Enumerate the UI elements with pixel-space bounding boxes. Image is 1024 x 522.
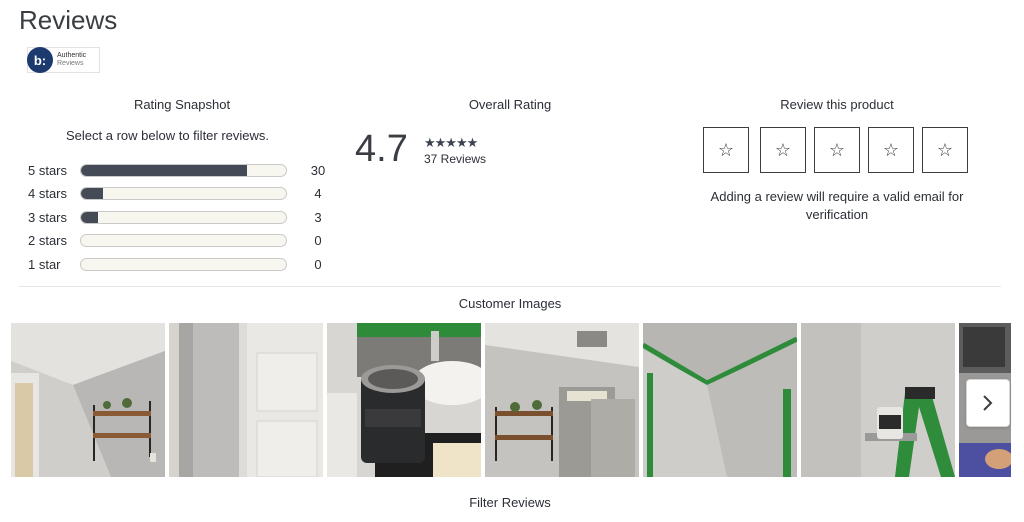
- rating-bar-fill: [81, 165, 248, 176]
- rating-bar-track: [80, 211, 287, 224]
- star-outline-icon: ☆: [882, 139, 900, 160]
- rate-4-star-button[interactable]: ☆: [868, 127, 914, 173]
- rating-row-3[interactable]: 3 stars 3: [28, 208, 328, 226]
- overall-stars-icon: ★★★★★: [424, 135, 478, 150]
- star-outline-icon: ☆: [936, 139, 954, 160]
- chevron-right-icon: [983, 395, 993, 411]
- rate-1-star-button[interactable]: ☆: [703, 127, 749, 173]
- rating-row-4[interactable]: 4 stars 4: [28, 184, 328, 202]
- ceiling-corner-photo: [643, 323, 797, 477]
- badge-line1: Authentic: [57, 52, 87, 59]
- authentic-reviews-badge[interactable]: b: Authentic Reviews: [27, 47, 100, 73]
- rating-bar-track: [80, 164, 287, 177]
- rating-row-label: 3 stars: [28, 209, 68, 225]
- rating-row-2[interactable]: 2 stars 0: [28, 231, 328, 249]
- ladder-paint-photo: [801, 323, 955, 477]
- review-email-note: Adding a review will require a valid ema…: [710, 189, 964, 222]
- bathroom-shelf-photo: [11, 323, 165, 477]
- rating-row-count: 0: [314, 232, 322, 248]
- rating-snapshot-heading: Rating Snapshot: [133, 97, 231, 112]
- customer-image-thumb[interactable]: [169, 323, 323, 477]
- customer-image-thumb[interactable]: [643, 323, 797, 477]
- rating-row-5[interactable]: 5 stars 30: [28, 161, 328, 179]
- door-photo: [169, 323, 323, 477]
- rating-row-label: 4 stars: [28, 185, 68, 201]
- bathroom-vanity-photo: [485, 323, 639, 477]
- rate-5-star-button[interactable]: ☆: [922, 127, 968, 173]
- badge-line2: Reviews: [57, 60, 84, 67]
- overall-rating-value: 4.7: [355, 128, 408, 170]
- rating-row-count: 0: [314, 256, 322, 272]
- page-title: Reviews: [19, 5, 118, 35]
- rating-row-count: 3: [314, 209, 322, 225]
- rating-row-label: 1 star: [28, 256, 61, 272]
- rating-row-count: 4: [314, 185, 322, 201]
- customer-image-thumb[interactable]: [801, 323, 955, 477]
- customer-image-thumb[interactable]: [485, 323, 639, 477]
- section-divider: [19, 286, 1001, 287]
- rating-bar-track: [80, 234, 287, 247]
- snapshot-hint: Select a row below to filter reviews.: [66, 128, 270, 143]
- rate-3-star-button[interactable]: ☆: [814, 127, 860, 173]
- review-count-link[interactable]: 37 Reviews: [424, 152, 486, 166]
- rating-bar-track: [80, 258, 287, 271]
- customer-images-heading: Customer Images: [458, 296, 562, 311]
- bazaarvoice-logo-icon: b:: [27, 47, 53, 73]
- rating-row-label: 5 stars: [28, 162, 68, 178]
- customer-image-thumb[interactable]: [327, 323, 481, 477]
- customer-images-carousel: [11, 323, 1011, 477]
- star-outline-icon: ☆: [828, 139, 846, 160]
- rate-2-star-button[interactable]: ☆: [760, 127, 806, 173]
- rating-bar-fill: [81, 188, 104, 199]
- review-product-heading: Review this product: [780, 97, 894, 112]
- carousel-next-button[interactable]: [966, 379, 1010, 427]
- rating-row-count: 30: [310, 162, 326, 178]
- rating-row-label: 2 stars: [28, 232, 68, 248]
- rating-bar-fill: [81, 212, 98, 223]
- rating-bar-track: [80, 187, 287, 200]
- star-outline-icon: ☆: [774, 139, 792, 160]
- paint-can-photo: [327, 323, 481, 477]
- rating-row-1[interactable]: 1 star 0: [28, 255, 328, 273]
- star-outline-icon: ☆: [717, 139, 735, 160]
- overall-rating-heading: Overall Rating: [468, 97, 552, 112]
- filter-reviews-heading: Filter Reviews: [469, 495, 551, 510]
- customer-image-thumb[interactable]: [11, 323, 165, 477]
